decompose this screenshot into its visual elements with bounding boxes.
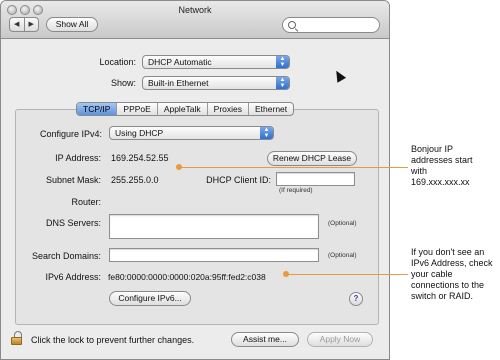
callout-line-ipv6 xyxy=(287,274,408,275)
dhcp-client-id-label: DHCP Client ID: xyxy=(206,175,271,185)
tab-bar: TCP/IP PPPoE AppleTalk Proxies Ethernet xyxy=(76,102,295,116)
subnet-mask-value: 255.255.0.0 xyxy=(111,175,159,185)
location-value: DHCP Automatic xyxy=(148,57,212,67)
subnet-mask-label: Subnet Mask: xyxy=(45,175,101,185)
tab-pppoe[interactable]: PPPoE xyxy=(117,103,158,115)
lock-icon[interactable] xyxy=(11,331,23,345)
mouse-pointer-icon xyxy=(331,68,347,83)
ip-address-value: 169.254.52.55 xyxy=(111,153,169,163)
tab-ethernet[interactable]: Ethernet xyxy=(249,103,293,115)
forward-arrow-icon[interactable]: ▶ xyxy=(25,18,39,31)
configure-ipv4-label: Configure IPv4: xyxy=(40,129,103,139)
router-label: Router: xyxy=(71,197,101,207)
ipv6-callout: If you don't see an IPv6 Address, check … xyxy=(411,247,493,301)
popup-arrows-icon: ▲ ▼ xyxy=(276,77,289,89)
dhcp-client-id-field[interactable] xyxy=(276,172,355,186)
configure-ipv4-popup[interactable]: Using DHCP ▲ ▼ xyxy=(109,126,274,140)
popup-arrows-icon: ▲ ▼ xyxy=(276,56,289,68)
callout-line-bonjour xyxy=(180,167,408,168)
apply-now-button[interactable]: Apply Now xyxy=(307,332,373,347)
tab-tcpip[interactable]: TCP/IP xyxy=(77,103,118,115)
assist-me-button[interactable]: Assist me... xyxy=(231,332,299,347)
tab-appletalk[interactable]: AppleTalk xyxy=(158,103,208,115)
window-title: Network xyxy=(178,5,212,15)
search-domains-field[interactable] xyxy=(109,248,319,262)
dns-servers-label: DNS Servers: xyxy=(45,218,101,228)
location-popup[interactable]: DHCP Automatic ▲ ▼ xyxy=(142,55,290,69)
title-bar: Network ◀ ▶ Show All xyxy=(1,1,389,39)
renew-dhcp-lease-button[interactable]: Renew DHCP Lease xyxy=(267,151,357,166)
search-field[interactable] xyxy=(282,17,380,33)
show-popup[interactable]: Built-in Ethernet ▲ ▼ xyxy=(142,76,290,90)
show-all-button[interactable]: Show All xyxy=(46,17,98,32)
configure-ipv6-button[interactable]: Configure IPv6... xyxy=(109,291,191,306)
dns-servers-optional-note: (Optional) xyxy=(328,220,357,227)
bonjour-callout: Bonjour IP addresses start with 169.xxx.… xyxy=(411,144,473,187)
dns-servers-field[interactable] xyxy=(109,214,319,239)
show-label: Show: xyxy=(110,78,136,88)
dhcp-client-id-note: (If required) xyxy=(279,187,313,194)
ipv6-address-value: fe80:0000:0000:0000:020a:95ff:fed2:c038 xyxy=(108,272,266,282)
lock-description: Click the lock to prevent further change… xyxy=(31,335,195,345)
configure-ipv4-value: Using DHCP xyxy=(115,128,164,138)
search-icon xyxy=(288,21,296,29)
tab-proxies[interactable]: Proxies xyxy=(208,103,250,115)
back-arrow-icon[interactable]: ◀ xyxy=(10,18,25,31)
help-button[interactable]: ? xyxy=(349,292,363,306)
ip-address-label: IP Address: xyxy=(55,153,101,163)
search-domains-label: Search Domains: xyxy=(31,251,101,261)
location-label: Location: xyxy=(99,57,136,67)
show-value: Built-in Ethernet xyxy=(148,78,209,88)
popup-arrows-icon: ▲ ▼ xyxy=(260,127,273,139)
network-preferences-window: Network ◀ ▶ Show All Location: DHCP Auto… xyxy=(0,0,390,360)
search-domains-optional-note: (Optional) xyxy=(328,252,357,259)
ipv6-address-label: IPv6 Address: xyxy=(45,272,101,282)
back-forward-control[interactable]: ◀ ▶ xyxy=(9,17,39,32)
